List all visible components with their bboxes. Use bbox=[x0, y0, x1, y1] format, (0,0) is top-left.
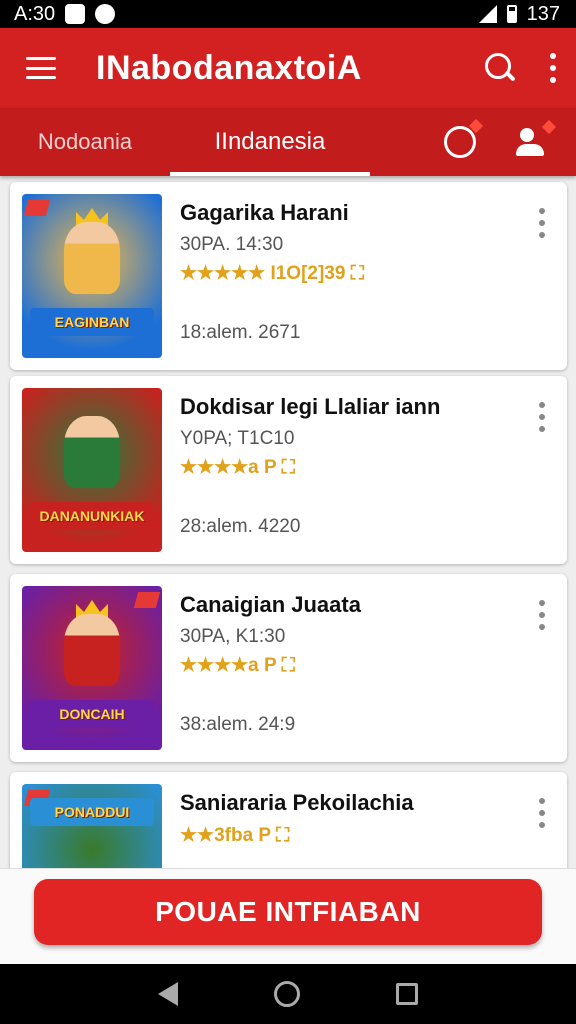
status-right: 137 bbox=[478, 2, 560, 26]
system-nav-bar bbox=[0, 964, 576, 1024]
signal-icon bbox=[478, 5, 497, 23]
list-item[interactable]: DONCAIH Canaigian Juaata 30PA, K1:30 ★★★… bbox=[10, 574, 567, 762]
cta-container: POUAE INTFIABAN bbox=[0, 868, 576, 964]
game-title[interactable]: Canaigian Juaata bbox=[180, 592, 361, 618]
game-thumbnail[interactable]: DONCAIH bbox=[22, 586, 162, 750]
game-rating: ★★★★a P ⛶ bbox=[180, 655, 295, 676]
game-meta: 30PA, K1:30 bbox=[180, 626, 286, 647]
game-rating: ★★★★★ I1O[2]39 ⛶ bbox=[180, 263, 365, 284]
list-item[interactable]: EAGINBAN Gagarika Harani 30PA. 14:30 ★★★… bbox=[10, 182, 567, 370]
hero-figure bbox=[64, 222, 120, 294]
game-footer: 18:alem. 2671 bbox=[180, 322, 301, 343]
status-left: A:30 bbox=[14, 2, 116, 26]
game-list: EAGINBAN Gagarika Harani 30PA. 14:30 ★★★… bbox=[0, 176, 576, 870]
item-more-icon[interactable] bbox=[539, 600, 545, 630]
target-icon[interactable] bbox=[444, 126, 476, 158]
battery-icon bbox=[506, 5, 517, 23]
game-rating: ★★3fba P ⛶ bbox=[180, 825, 290, 846]
game-banner: PONADDUI bbox=[30, 798, 154, 826]
game-footer: 28:alem. 4220 bbox=[180, 516, 301, 537]
item-more-icon[interactable] bbox=[539, 798, 545, 828]
user-icon[interactable] bbox=[516, 119, 557, 158]
game-footer: 38:alem. 24:9 bbox=[180, 714, 296, 735]
tab-icons bbox=[370, 108, 576, 176]
game-thumbnail[interactable]: EAGINBAN bbox=[22, 194, 162, 358]
game-thumbnail[interactable]: PONADDUI bbox=[22, 784, 162, 870]
badge bbox=[133, 592, 161, 608]
item-more-icon[interactable] bbox=[539, 402, 545, 432]
recent-apps-icon[interactable] bbox=[396, 983, 418, 1005]
badge bbox=[23, 200, 51, 216]
game-title[interactable]: Gagarika Harani bbox=[180, 200, 349, 226]
tab-bar: Nodoania IIndanesia bbox=[0, 108, 576, 176]
hero-figure bbox=[64, 416, 120, 488]
app-title: INabodanaxtoiA bbox=[96, 48, 362, 87]
game-thumbnail[interactable]: DANANUNKIAK bbox=[22, 388, 162, 552]
game-title[interactable]: Saniararia Pekoilachia bbox=[180, 790, 414, 816]
game-meta: Y0PA; T1C10 bbox=[180, 428, 295, 449]
status-time: A:30 bbox=[14, 2, 56, 25]
game-banner: EAGINBAN bbox=[30, 308, 154, 336]
search-icon[interactable] bbox=[482, 50, 518, 86]
more-options-icon[interactable] bbox=[548, 53, 558, 83]
app-bar: INabodanaxtoiA bbox=[0, 28, 576, 108]
item-more-icon[interactable] bbox=[539, 208, 545, 238]
list-item[interactable]: PONADDUI Saniararia Pekoilachia ★★3fba P… bbox=[10, 772, 567, 870]
game-meta: 30PA. 14:30 bbox=[180, 234, 284, 255]
status-bar: A:30 137 bbox=[0, 0, 576, 28]
game-banner: DANANUNKIAK bbox=[30, 502, 154, 530]
game-title[interactable]: Dokdisar legi Llaliar iann bbox=[180, 394, 440, 420]
battery-level: 137 bbox=[526, 2, 560, 25]
tab-nodoania[interactable]: Nodoania bbox=[0, 108, 170, 176]
menu-icon[interactable] bbox=[26, 57, 56, 79]
cta-button[interactable]: POUAE INTFIABAN bbox=[34, 879, 542, 945]
notification-icon bbox=[65, 4, 86, 24]
home-icon[interactable] bbox=[274, 981, 300, 1007]
list-item[interactable]: DANANUNKIAK Dokdisar legi Llaliar iann Y… bbox=[10, 376, 567, 564]
game-banner: DONCAIH bbox=[30, 700, 154, 728]
game-rating: ★★★★a P ⛶ bbox=[180, 457, 295, 478]
hero-figure bbox=[64, 614, 120, 686]
back-icon[interactable] bbox=[158, 982, 178, 1006]
app-notification-icon bbox=[95, 4, 116, 24]
tab-indanesia[interactable]: IIndanesia bbox=[170, 108, 370, 176]
